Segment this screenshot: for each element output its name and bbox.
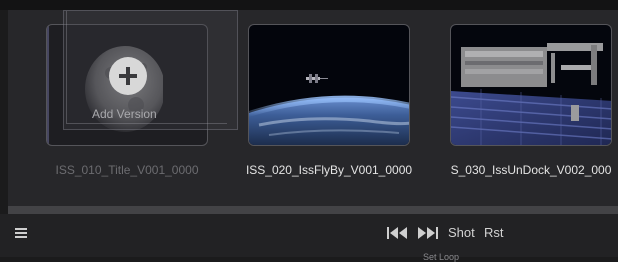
- rst-button[interactable]: Rst: [484, 225, 504, 240]
- shot-button[interactable]: Shot: [448, 225, 475, 240]
- horizontal-scrollbar[interactable]: [8, 206, 618, 214]
- bottom-toolbar: Shot Rst Set Loop: [0, 214, 618, 262]
- plus-icon: [119, 67, 137, 85]
- version-thumbnail-2[interactable]: [248, 24, 410, 146]
- earth-flyby-image: [249, 74, 409, 145]
- top-strip: [0, 0, 618, 10]
- add-version-button[interactable]: [109, 57, 147, 95]
- version-browser-panel: ISS_010_Title_V001_0000 Add Version ISS_…: [8, 10, 618, 208]
- toolbar-sub-label: Set Loop: [423, 252, 460, 262]
- version-caption-3: S_030_IssUnDock_V002_000: [450, 163, 612, 177]
- version-caption-1: ISS_010_Title_V001_0000: [55, 163, 199, 177]
- add-version-label: Add Version: [92, 107, 157, 121]
- skip-back-icon[interactable]: [386, 226, 410, 240]
- skip-forward-icon[interactable]: [416, 226, 440, 240]
- thumb-edge: [47, 25, 49, 145]
- hamburger-menu-icon[interactable]: [15, 228, 27, 238]
- version-thumbnail-3[interactable]: [450, 24, 612, 146]
- version-card-3[interactable]: S_030_IssUnDock_V002_000: [450, 24, 612, 177]
- space-station-image: [451, 43, 611, 145]
- version-card-2[interactable]: ISS_020_IssFlyBy_V001_0000: [246, 24, 412, 177]
- version-caption-2: ISS_020_IssFlyBy_V001_0000: [245, 163, 413, 177]
